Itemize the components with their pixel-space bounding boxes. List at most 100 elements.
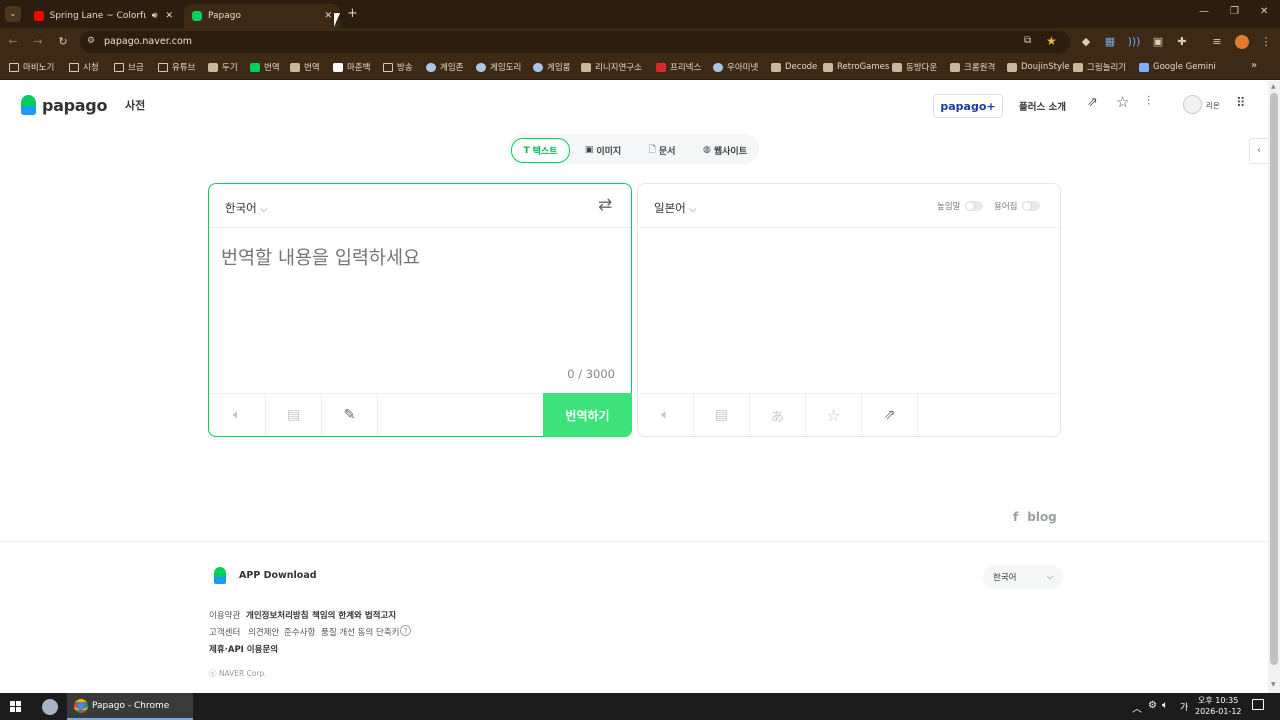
bookmark-item[interactable]: 크롬원격 [950, 60, 995, 74]
bookmark-item[interactable]: 번역 [250, 60, 280, 74]
close-window-icon[interactable]: ✕ [1260, 6, 1268, 17]
tab-website[interactable]: ◍ 웹사이트 [697, 138, 753, 162]
forward-icon[interactable]: → [31, 35, 45, 49]
extensions-puzzle-icon[interactable]: ✚ [1175, 35, 1189, 49]
footer-link[interactable]: 제휴·API 이용문의 [209, 643, 278, 655]
translate-button[interactable]: 번역하기 [543, 393, 632, 437]
windows-start-icon[interactable] [10, 701, 21, 712]
tab-text[interactable]: T 텍스트 [511, 138, 570, 163]
bookmark-item[interactable]: 시청 [69, 60, 99, 74]
bookmark-item[interactable]: Google Gemini [1139, 60, 1216, 74]
footer-link[interactable]: 단축키 [376, 626, 399, 638]
bookmark-item[interactable]: 두기 [208, 60, 238, 74]
tray-chevron-icon[interactable]: ︿ [1132, 700, 1142, 715]
share-out-icon[interactable]: ⇗ [1087, 95, 1098, 110]
footer-link[interactable]: 고객센터 [209, 626, 240, 638]
honorific-switch[interactable] [965, 201, 984, 211]
handwriting-button[interactable]: ✎ [322, 394, 378, 436]
back-icon[interactable]: ← [6, 35, 20, 49]
pronunciation-button[interactable]: あ [750, 394, 806, 436]
dictionary-source-button[interactable]: ▤ [266, 394, 322, 436]
favorite-star-icon[interactable]: ☆ [1116, 93, 1129, 111]
app-download-link[interactable]: APP Download [214, 567, 317, 584]
footer-link[interactable]: 의견제안 [248, 626, 279, 638]
extension-wave-icon[interactable]: ))) [1127, 35, 1141, 49]
profile-avatar[interactable] [1235, 35, 1249, 49]
bookmark-item[interactable]: RetroGames [823, 60, 889, 74]
bookmark-item[interactable]: 방송 [383, 60, 413, 74]
volume-icon[interactable]: 🔈︎ [1162, 700, 1168, 711]
bookmark-item[interactable]: 마춘백 [333, 60, 370, 74]
listen-target-button[interactable]: 🔈︎ [638, 394, 694, 436]
address-bar[interactable]: ⚙ papago.naver.com ⧉ ★ [80, 31, 1070, 53]
reload-icon[interactable]: ↻ [56, 35, 70, 49]
bookmark-item[interactable]: 번역 [290, 60, 320, 74]
footer-link[interactable]: 개인정보처리방침 [246, 609, 309, 621]
bookmarks-overflow-icon[interactable]: » [1251, 60, 1257, 71]
taskbar-chrome-item[interactable]: Papago - Chrome [67, 693, 193, 720]
tab-spring-lane[interactable]: Spring Lane ~ Colorful Pa 🔊︎ ✕ [26, 4, 181, 28]
translation-output[interactable] [650, 240, 1048, 380]
speaker-icon[interactable]: 🔊︎ [152, 11, 158, 21]
tab-document[interactable]: 🗋︎ 문서 [641, 138, 683, 162]
close-tab-icon[interactable]: ✕ [324, 11, 332, 21]
reading-list-icon[interactable]: ≡ [1210, 35, 1224, 49]
papago-logo[interactable]: papago [21, 94, 107, 116]
footer-link[interactable]: 준수사항 [284, 626, 315, 638]
blog-link[interactable]: f blog [1013, 510, 1057, 524]
apps-grid-icon[interactable]: ⠿ [1236, 96, 1245, 111]
scroll-thumb[interactable] [1270, 93, 1278, 665]
glossary-switch[interactable] [1022, 201, 1041, 211]
bookmark-item[interactable]: 우아미넷 [713, 60, 758, 74]
footer-link[interactable]: 이용약관 [209, 609, 240, 621]
favorite-translation-button[interactable]: ☆ [806, 394, 862, 436]
bookmark-item[interactable]: Decode [771, 60, 817, 74]
taskbar-app-icon[interactable] [42, 699, 58, 715]
scroll-down-arrow[interactable]: ▼ [1271, 681, 1276, 688]
extension-media-icon[interactable]: ▣ [1151, 35, 1165, 49]
page-scrollbar[interactable]: ▲ ▼ [1268, 81, 1280, 693]
tab-papago[interactable]: Papago ✕ [184, 4, 340, 28]
plus-intro-link[interactable]: 플러스 소개 [1019, 99, 1066, 113]
bookmark-item[interactable]: 게임룸 [533, 60, 570, 74]
install-app-icon[interactable]: ⧉ [1024, 35, 1031, 46]
honorific-toggle[interactable]: 높임말 [937, 200, 984, 212]
footer-link[interactable]: 품질 개선 동의 [321, 626, 373, 638]
glossary-toggle[interactable]: 용어집 [994, 200, 1041, 212]
bookmark-item[interactable]: 게임존 [426, 60, 463, 74]
help-question-icon[interactable]: ? [400, 625, 411, 636]
dictionary-link[interactable]: 사전 [125, 97, 145, 113]
settings-sliders-icon[interactable]: ⫶ [1147, 94, 1150, 109]
swap-languages-icon[interactable]: ⇄ [598, 195, 612, 215]
listen-source-button[interactable]: 🔈︎ [209, 394, 266, 436]
extension-grid-icon[interactable]: ▦ [1103, 35, 1117, 49]
steam-icon[interactable]: ⚙ [1148, 700, 1157, 711]
share-translation-button[interactable]: ⇗ [862, 394, 918, 436]
tab-image[interactable]: ▣ 이미지 [578, 138, 628, 162]
new-tab-button[interactable]: + [347, 7, 358, 20]
bookmark-item[interactable]: 마비노기 [9, 60, 54, 74]
bookmark-item[interactable]: 프리넥스 [656, 60, 701, 74]
bookmark-item[interactable]: 그림놀리기 [1073, 60, 1126, 74]
user-name[interactable]: 리온 [1206, 100, 1220, 111]
extension-gem-icon[interactable]: ◆ [1079, 35, 1093, 49]
restore-icon[interactable]: ❐ [1230, 6, 1239, 17]
close-tab-icon[interactable]: ✕ [165, 11, 173, 21]
ime-indicator[interactable]: 가 [1180, 700, 1188, 713]
bookmark-item[interactable]: 브금 [114, 60, 144, 74]
clock-date[interactable]: 2026-01-12 [1195, 707, 1242, 716]
target-language-select[interactable]: 일본어 ⌵ [654, 200, 696, 216]
bookmark-item[interactable]: DoujinStyle [1007, 60, 1070, 74]
user-avatar[interactable] [1183, 95, 1202, 114]
site-info-icon[interactable]: ⚙ [87, 36, 95, 46]
papago-plus-badge[interactable]: papago+ [933, 94, 1003, 118]
tab-search-button[interactable]: ⌄ [5, 6, 21, 22]
bookmark-item[interactable]: 게임도리 [476, 60, 521, 74]
source-language-select[interactable]: 한국어 ⌵ [225, 200, 267, 216]
bookmark-star-icon[interactable]: ★ [1046, 34, 1057, 48]
source-text-input[interactable] [221, 244, 619, 364]
bookmark-item[interactable]: 동방다운 [892, 60, 937, 74]
footer-link[interactable]: 책임의 한계와 법적고지 [312, 609, 396, 621]
notification-icon[interactable] [1252, 699, 1264, 710]
menu-kebab-icon[interactable]: ⋮ [1259, 35, 1273, 49]
